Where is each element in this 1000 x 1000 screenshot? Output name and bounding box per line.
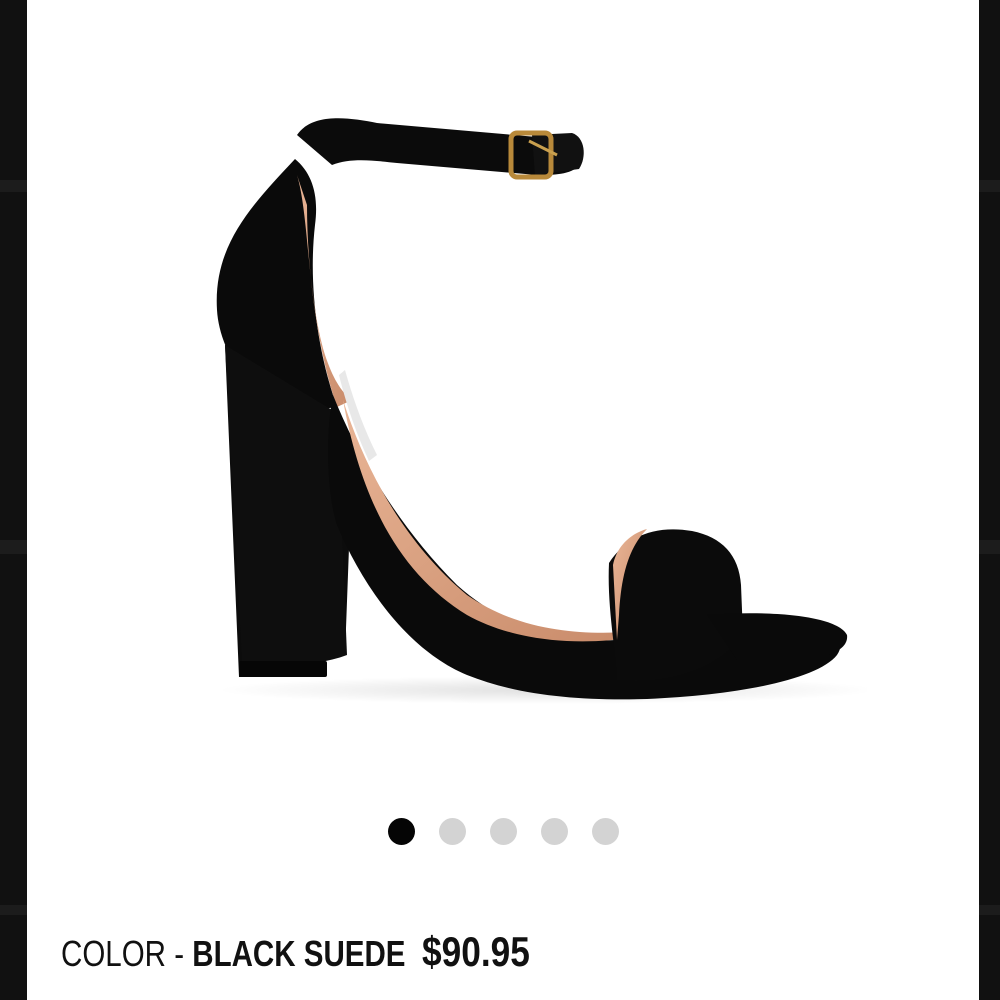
- color-separator: -: [174, 933, 185, 974]
- color-label: COLOR: [61, 933, 166, 974]
- product-card: COLOR - BLACK SUEDE $90.95: [27, 0, 979, 1000]
- pager-dot-2[interactable]: [438, 818, 466, 845]
- background-left-edge: [0, 0, 27, 1000]
- pager-dot-4[interactable]: [540, 818, 568, 845]
- product-image[interactable]: [147, 95, 867, 725]
- pager-dot-5[interactable]: [591, 818, 619, 845]
- image-pager: [27, 818, 979, 845]
- background-right-edge: [979, 0, 1000, 1000]
- price: $90.95: [422, 928, 530, 975]
- color-line: COLOR - BLACK SUEDE: [61, 933, 405, 975]
- color-text: COLOR - BLACK SUEDE: [61, 933, 405, 975]
- pager-dot-1[interactable]: [387, 818, 415, 845]
- color-value: BLACK SUEDE: [192, 933, 406, 974]
- product-info-line: COLOR - BLACK SUEDE $90.95: [61, 928, 550, 976]
- screen: COLOR - BLACK SUEDE $90.95: [0, 0, 1000, 1000]
- pager-dot-3[interactable]: [489, 818, 517, 845]
